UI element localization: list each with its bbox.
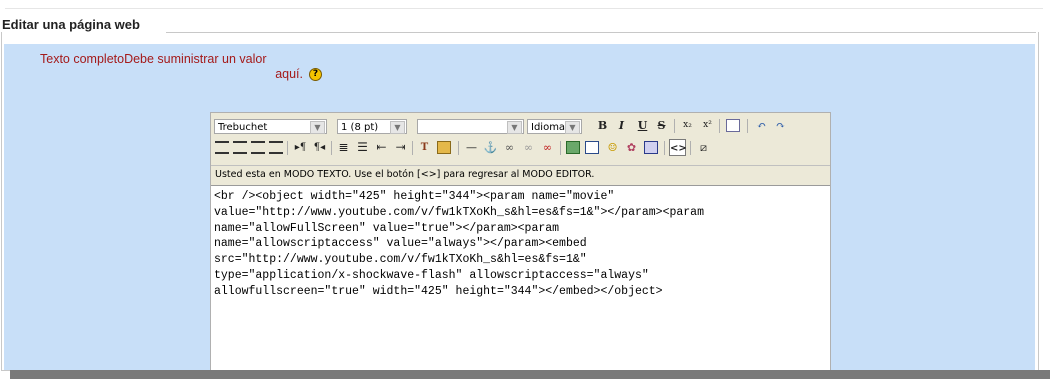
fieldset-legend: Editar una página web: [0, 17, 142, 32]
bold-button[interactable]: B: [594, 117, 611, 134]
field-label-line1: Texto completoDebe suministrar un valor: [40, 52, 267, 66]
align-justify-icon[interactable]: [269, 141, 283, 154]
align-right-icon[interactable]: [251, 141, 265, 154]
align-left-icon[interactable]: [215, 141, 229, 154]
align-center-icon[interactable]: [233, 141, 247, 154]
font-family-select[interactable]: Trebuchet ▼: [214, 119, 327, 134]
source-textarea[interactable]: <br /><object width="425" height="344"><…: [211, 185, 830, 373]
italic-button[interactable]: I: [613, 117, 630, 134]
special-char-icon[interactable]: ✿: [623, 139, 640, 156]
bottom-shadow: [10, 370, 1050, 379]
editor-status-bar: Usted esta en MODO TEXTO. Use el botón […: [211, 165, 830, 182]
toolbar-separator: [331, 141, 332, 155]
toolbar-row-2: ▸¶ ¶◂ ≣ ☰ ⇤ ⇥ T — ⚓ ∞ ∞ ∞ ☺ ✿ <> ⧄: [211, 137, 830, 159]
unlink-icon[interactable]: ∞: [520, 139, 537, 156]
rtl-icon[interactable]: ¶◂: [311, 139, 328, 156]
help-icon[interactable]: ?: [309, 68, 322, 82]
ordered-list-icon[interactable]: ≣: [335, 139, 352, 156]
fullscreen-icon[interactable]: ⧄: [695, 139, 712, 156]
unordered-list-icon[interactable]: ☰: [354, 139, 371, 156]
superscript-button[interactable]: x²: [699, 117, 716, 134]
top-divider: [5, 8, 1043, 9]
font-size-value: 1 (8 pt): [341, 122, 379, 133]
toggle-source-button[interactable]: <>: [669, 139, 687, 156]
language-select[interactable]: Idioma ▼: [527, 119, 582, 134]
toolbar-separator: [560, 141, 561, 155]
chevron-down-icon: ▼: [565, 121, 580, 134]
anchor-icon[interactable]: ⚓: [482, 139, 499, 156]
search-replace-icon[interactable]: [644, 141, 658, 154]
fieldset-top-line: [166, 32, 1036, 33]
link-icon[interactable]: ∞: [501, 139, 518, 156]
toolbar-separator: [747, 119, 748, 133]
smiley-icon[interactable]: ☺: [604, 139, 621, 156]
indent-icon[interactable]: ⇥: [392, 139, 409, 156]
outdent-icon[interactable]: ⇤: [373, 139, 390, 156]
toolbar-separator: [287, 141, 288, 155]
subscript-button[interactable]: x₂: [679, 117, 696, 134]
redo-icon[interactable]: ↷: [772, 117, 789, 134]
background-color-icon[interactable]: [437, 141, 451, 154]
undo-icon[interactable]: ↶: [753, 117, 770, 134]
html-editor: Trebuchet ▼ 1 (8 pt) ▼ ▼ Idioma ▼ B I U …: [210, 112, 831, 374]
insert-image-icon[interactable]: [566, 141, 580, 154]
chevron-down-icon: ▼: [310, 121, 325, 134]
chevron-down-icon: ▼: [390, 121, 405, 134]
toolbar-separator: [719, 119, 720, 133]
font-family-value: Trebuchet: [218, 122, 268, 133]
nolink-icon[interactable]: ∞: [539, 139, 556, 156]
chevron-down-icon: ▼: [507, 121, 522, 134]
font-size-select[interactable]: 1 (8 pt) ▼: [337, 119, 407, 134]
strikethrough-button[interactable]: S: [653, 117, 670, 134]
field-label-line2-wrap: aquí.?: [40, 67, 330, 82]
language-value: Idioma: [531, 122, 566, 133]
insert-table-icon[interactable]: [585, 141, 599, 154]
format-select[interactable]: ▼: [417, 119, 524, 134]
toolbar-separator: [690, 141, 691, 155]
ltr-icon[interactable]: ▸¶: [292, 139, 309, 156]
field-label: Texto completoDebe suministrar un valor …: [40, 52, 330, 82]
toolbar-row-1: Trebuchet ▼ 1 (8 pt) ▼ ▼ Idioma ▼ B I U …: [211, 115, 830, 137]
text-color-icon[interactable]: T: [416, 139, 433, 156]
clean-word-icon[interactable]: [726, 119, 740, 132]
underline-button[interactable]: U: [634, 117, 651, 134]
field-label-line2: aquí.: [275, 67, 303, 81]
horizontal-rule-icon[interactable]: —: [463, 139, 480, 156]
toolbar-separator: [664, 141, 665, 155]
toolbar-separator: [412, 141, 413, 155]
toolbar-separator: [458, 141, 459, 155]
toolbar-separator: [674, 119, 675, 133]
